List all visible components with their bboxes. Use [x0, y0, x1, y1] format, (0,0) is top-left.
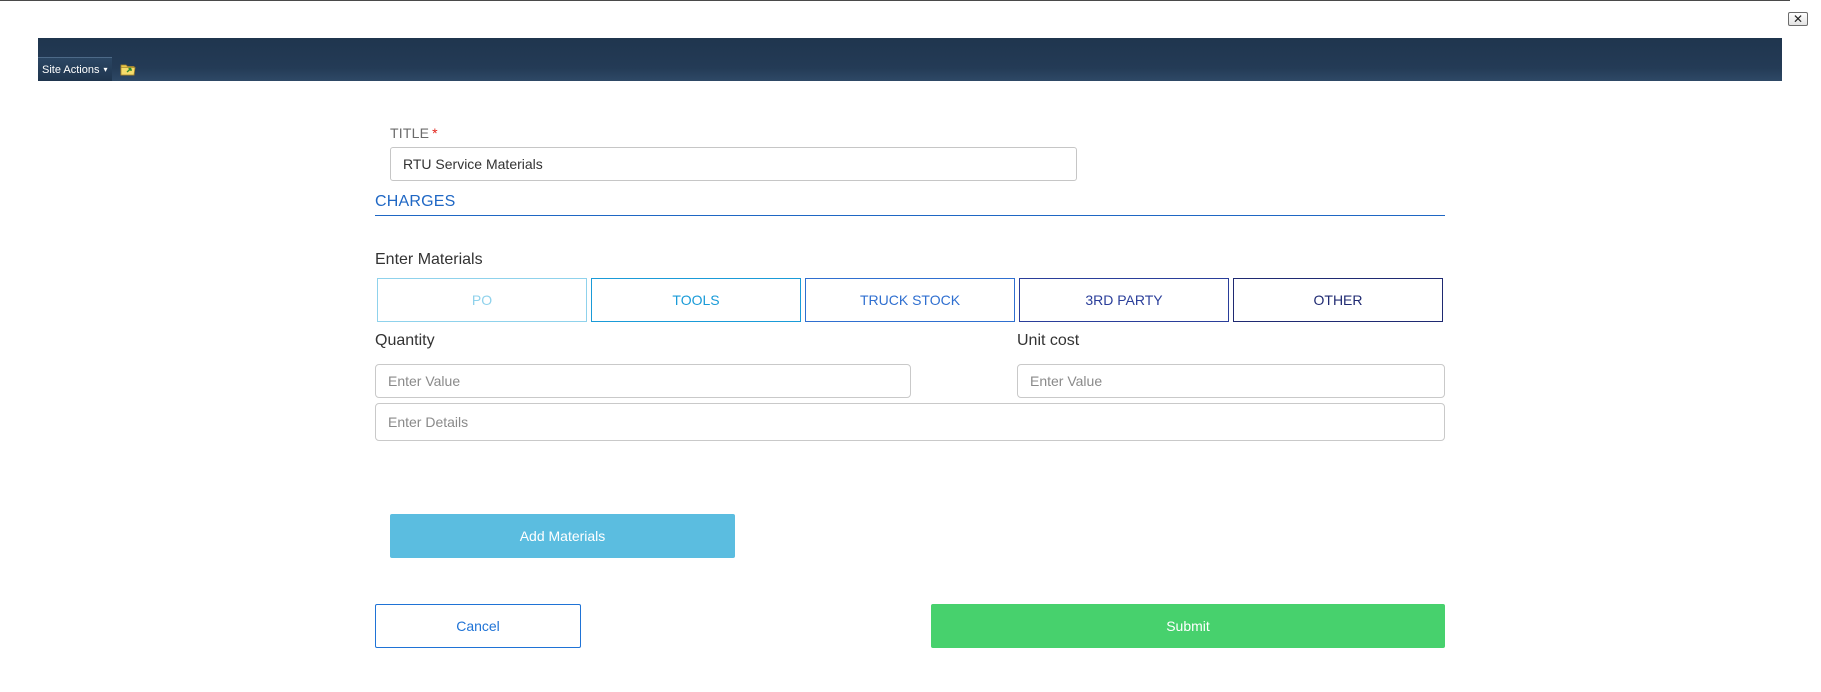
unit-cost-label: Unit cost: [1017, 332, 1080, 349]
cancel-button[interactable]: Cancel: [375, 604, 581, 648]
submit-button[interactable]: Submit: [931, 604, 1445, 648]
enter-materials-label: Enter Materials: [375, 251, 483, 268]
quantity-input[interactable]: [375, 364, 911, 398]
unit-cost-input[interactable]: [1017, 364, 1445, 398]
title-label-text: TITLE: [390, 125, 430, 141]
top-divider: [0, 0, 1790, 1]
material-type-3rd-party-button[interactable]: 3RD PARTY: [1019, 278, 1229, 322]
material-type-other-button[interactable]: OTHER: [1233, 278, 1443, 322]
site-actions-menu[interactable]: Site Actions ▾: [38, 57, 112, 81]
title-input[interactable]: [390, 147, 1077, 181]
title-label: TITLE *: [390, 125, 438, 141]
material-type-truck-stock-button[interactable]: TRUCK STOCK: [805, 278, 1015, 322]
section-divider: [375, 215, 1445, 216]
site-actions-label: Site Actions: [42, 64, 100, 76]
page: ✕ Site Actions▾ TITLE* CHARGES Enter Mat…: [0, 0, 1821, 692]
material-type-po-button[interactable]: PO: [377, 278, 587, 322]
required-marker: *: [432, 125, 438, 141]
chevron-down-icon: ▾: [103, 65, 108, 74]
sharepoint-ribbon: [38, 38, 1782, 81]
close-icon: ✕: [1792, 12, 1804, 26]
folder-navigate-icon[interactable]: [120, 62, 136, 76]
add-materials-button[interactable]: Add Materials: [390, 514, 735, 558]
material-type-tools-button[interactable]: TOOLS: [591, 278, 801, 322]
close-button[interactable]: ✕: [1788, 12, 1808, 26]
quantity-label: Quantity: [375, 332, 435, 349]
details-input[interactable]: [375, 403, 1445, 441]
charges-section-title: CHARGES: [375, 193, 456, 210]
